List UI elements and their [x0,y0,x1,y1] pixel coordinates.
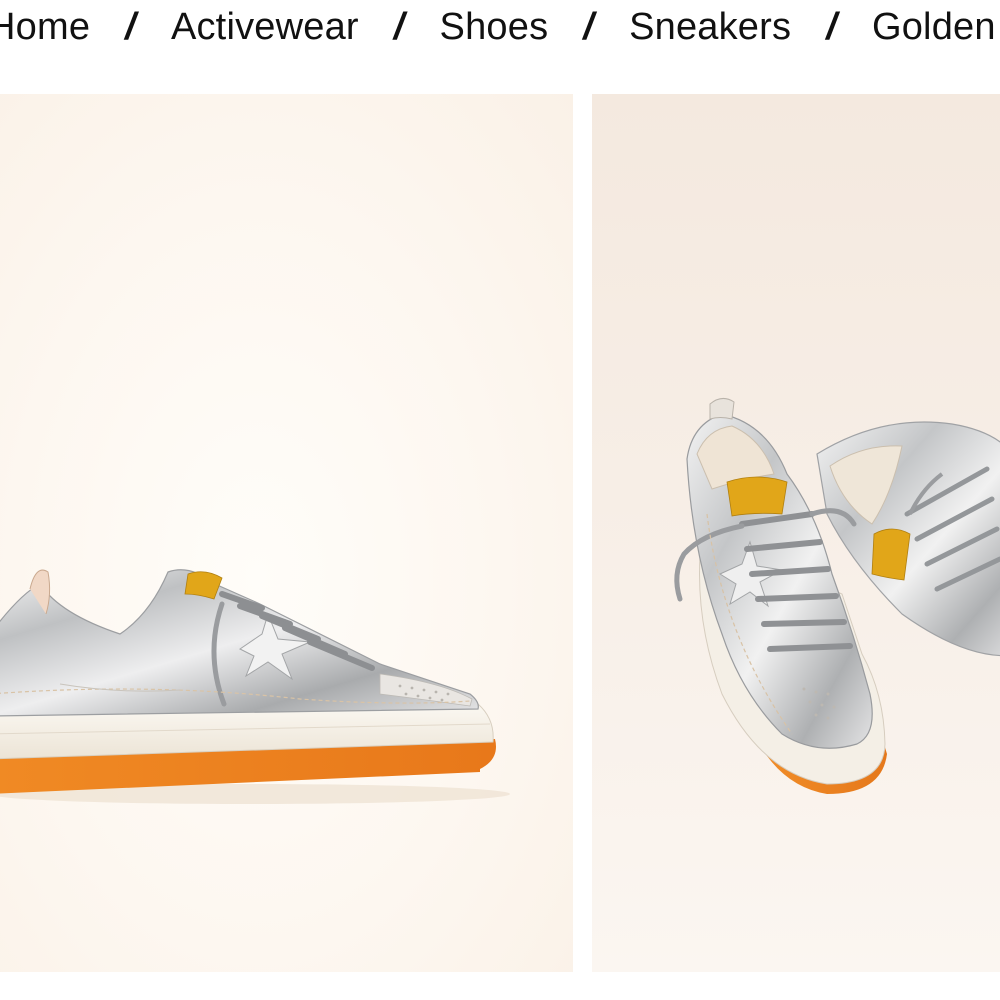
breadcrumb-activewear[interactable]: Activewear [171,8,359,46]
breadcrumb-separator: / [393,6,405,48]
breadcrumb-home[interactable]: Home [0,8,90,46]
breadcrumb-sneakers[interactable]: Sneakers [629,8,791,46]
breadcrumb-golden[interactable]: Golden [872,8,996,46]
breadcrumb-shoes[interactable]: Shoes [440,8,549,46]
sneaker-pair-illustration [674,398,1000,794]
product-image-pair-view[interactable] [592,94,1000,972]
product-image-side-view[interactable] [0,94,573,972]
breadcrumb-separator: / [125,6,136,48]
breadcrumb-separator: / [583,6,595,48]
breadcrumb: Home / Activewear / Shoes / Sneakers / G… [0,0,996,54]
breadcrumb-separator: / [826,6,837,48]
product-page: Home / Activewear / Shoes / Sneakers / G… [0,0,1000,1000]
product-gallery [0,94,1000,972]
sneaker-side-illustration [0,569,510,804]
